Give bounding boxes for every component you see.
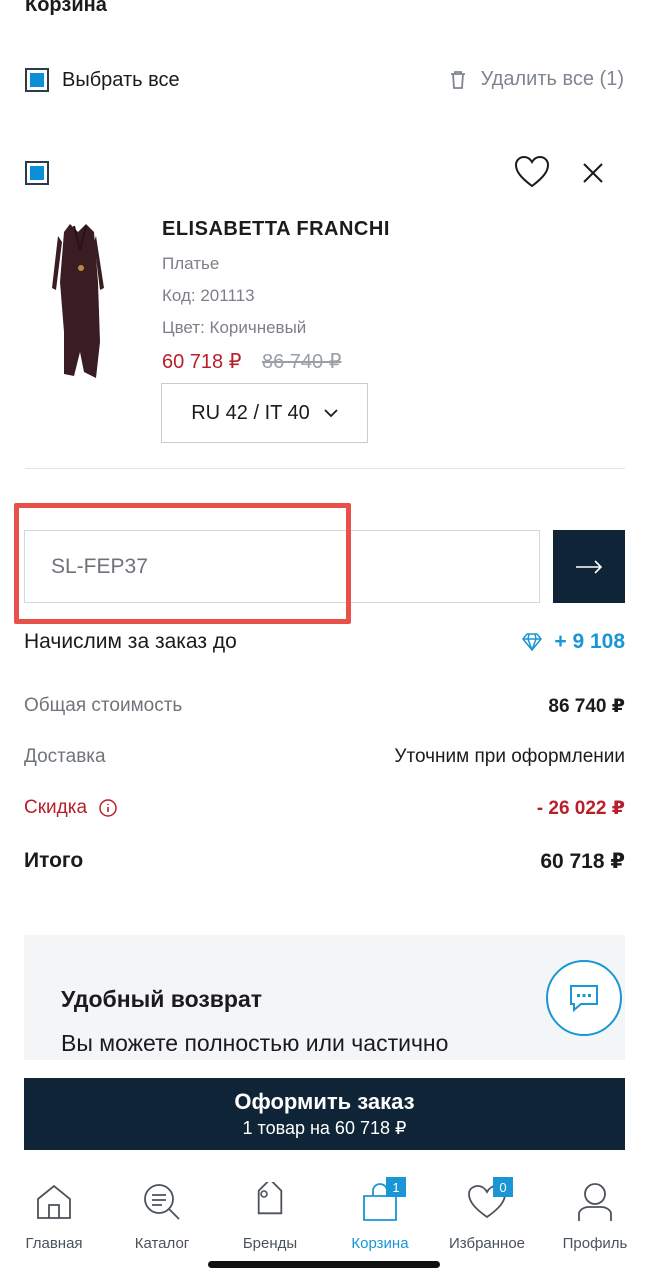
user-icon bbox=[578, 1183, 612, 1221]
nav-label-brands: Бренды bbox=[242, 1235, 298, 1252]
grand-total-value: 60 718 ₽ bbox=[540, 850, 625, 873]
bonus-value: + 9 108 bbox=[522, 630, 625, 654]
total-value: 86 740 ₽ bbox=[548, 696, 625, 717]
home-icon bbox=[37, 1184, 71, 1219]
catalog-search-icon bbox=[144, 1184, 180, 1220]
grand-total-label: Итого bbox=[24, 849, 84, 872]
product-color: Цвет: Коричневый bbox=[162, 318, 307, 337]
home-indicator bbox=[208, 1261, 440, 1268]
nav-label-catalog: Каталог bbox=[134, 1235, 190, 1252]
checkout-title: Оформить заказ bbox=[234, 1089, 415, 1114]
close-icon[interactable] bbox=[580, 160, 606, 186]
chat-button[interactable] bbox=[546, 960, 622, 1036]
nav-label-profile: Профиль bbox=[562, 1235, 628, 1252]
favorites-badge: 0 bbox=[493, 1177, 513, 1197]
chat-icon bbox=[570, 985, 598, 1012]
size-select[interactable]: RU 42 / IT 40 bbox=[161, 383, 368, 443]
select-all-checkbox[interactable] bbox=[25, 68, 49, 92]
price-current: 60 718 ₽ bbox=[162, 351, 242, 373]
nav-home[interactable]: Главная bbox=[9, 1180, 99, 1252]
bonus-amount: + 9 108 bbox=[554, 630, 625, 653]
select-all-label: Выбрать все bbox=[62, 68, 180, 91]
return-text: Вы можете полностью или частично bbox=[61, 1030, 449, 1056]
product-brand[interactable]: ELISABETTA FRANCHI bbox=[162, 218, 390, 241]
diamond-icon bbox=[522, 633, 543, 651]
delete-all-label: Удалить все (1) bbox=[480, 68, 624, 90]
page-title: Корзина bbox=[25, 0, 107, 16]
discount-label: Скидка bbox=[24, 797, 88, 818]
delete-all-button[interactable]: Удалить все (1) bbox=[449, 68, 624, 91]
nav-label-cart: Корзина bbox=[351, 1235, 409, 1252]
highlight-box bbox=[14, 503, 351, 624]
total-label: Общая стоимость bbox=[24, 695, 183, 716]
return-title: Удобный возврат bbox=[61, 986, 263, 1012]
chevron-down-icon bbox=[324, 408, 338, 417]
bonus-label: Начислим за заказ до bbox=[24, 630, 237, 653]
promo-submit-button[interactable] bbox=[553, 530, 625, 603]
info-icon[interactable] bbox=[99, 799, 117, 817]
discount-label-row: Скидка bbox=[24, 797, 117, 819]
nav-cart[interactable]: 1 Корзина bbox=[335, 1177, 425, 1252]
item-checkbox[interactable] bbox=[25, 161, 49, 185]
nav-brands[interactable]: Бренды bbox=[225, 1180, 315, 1252]
select-all[interactable]: Выбрать все bbox=[25, 68, 180, 92]
favorite-heart-icon[interactable] bbox=[514, 155, 550, 189]
size-value: RU 42 / IT 40 bbox=[191, 401, 310, 424]
product-image[interactable] bbox=[50, 222, 110, 378]
nav-profile[interactable]: Профиль bbox=[550, 1180, 640, 1252]
delivery-label: Доставка bbox=[24, 746, 106, 767]
arrow-right-icon bbox=[576, 559, 603, 574]
discount-value: - 26 022 ₽ bbox=[536, 798, 625, 819]
checkout-button[interactable]: Оформить заказ 1 товар на 60 718 ₽ bbox=[24, 1078, 625, 1150]
bottom-nav: Главная Каталог Бренды 1 Корзина 0 Избра… bbox=[0, 1177, 649, 1260]
product-code: Код: 201113 bbox=[162, 286, 255, 305]
trash-icon bbox=[450, 70, 465, 89]
price-old: 86 740 ₽ bbox=[262, 351, 342, 373]
nav-label-favorites: Избранное bbox=[448, 1235, 526, 1252]
cart-badge: 1 bbox=[386, 1177, 406, 1197]
divider bbox=[25, 468, 625, 469]
checkout-subtitle: 1 товар на 60 718 ₽ bbox=[242, 1118, 407, 1138]
nav-catalog[interactable]: Каталог bbox=[117, 1180, 207, 1252]
product-type: Платье bbox=[162, 254, 220, 273]
nav-label-home: Главная bbox=[25, 1235, 83, 1252]
nav-favorites[interactable]: 0 Избранное bbox=[442, 1177, 532, 1252]
delivery-value: Уточним при оформлении bbox=[394, 746, 625, 767]
tag-icon bbox=[257, 1182, 283, 1215]
